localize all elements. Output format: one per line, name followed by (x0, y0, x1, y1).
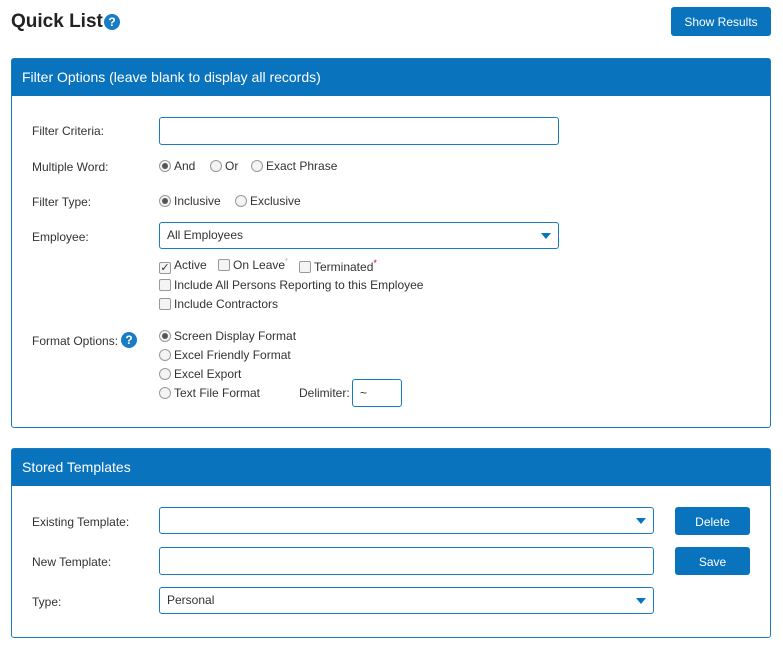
radio-text-file[interactable]: Text File Format (159, 386, 260, 400)
checkbox-include-reporting[interactable]: Include All Persons Reporting to this Em… (159, 278, 423, 292)
new-template-label: New Template: (32, 555, 112, 569)
format-help-icon[interactable]: ? (121, 332, 137, 348)
radio-excel-export[interactable]: Excel Export (159, 367, 241, 381)
filter-criteria-label: Filter Criteria: (32, 124, 105, 138)
radio-and-label: And (174, 159, 196, 173)
radio-exclusive-label: Exclusive (250, 194, 301, 208)
checkbox-include-reporting-box[interactable] (159, 279, 171, 291)
checkbox-active-box[interactable]: ✓ (159, 262, 171, 274)
filter-type-label: Filter Type: (32, 195, 92, 209)
checkbox-include-contractors[interactable]: Include Contractors (159, 297, 278, 311)
radio-excel-friendly-indicator[interactable] (159, 349, 171, 361)
radio-text-file-label: Text File Format (174, 386, 261, 400)
on-leave-marker: * (285, 258, 288, 265)
radio-or-indicator[interactable] (210, 160, 222, 172)
radio-screen-display[interactable]: Screen Display Format (159, 329, 296, 343)
checkbox-include-contractors-box[interactable] (159, 298, 171, 310)
chevron-down-icon (636, 598, 646, 604)
radio-inclusive-label: Inclusive (174, 194, 221, 208)
checkbox-terminated-box[interactable] (299, 261, 311, 273)
checkbox-on-leave-box[interactable] (218, 259, 230, 271)
radio-text-file-indicator[interactable] (159, 387, 171, 399)
radio-exact-phrase-label: Exact Phrase (266, 159, 338, 173)
delete-button[interactable]: Delete (675, 507, 750, 535)
filter-options-header: Filter Options (leave blank to display a… (12, 59, 770, 96)
page-title: Quick List (11, 11, 103, 32)
checkbox-include-reporting-label: Include All Persons Reporting to this Em… (174, 278, 424, 292)
radio-and[interactable]: And (159, 159, 195, 173)
type-select-value: Personal (167, 593, 215, 607)
checkbox-terminated-label: Terminated (314, 260, 374, 274)
terminated-required-marker: * (373, 258, 377, 268)
checkbox-include-contractors-label: Include Contractors (174, 297, 279, 311)
type-label: Type: (32, 595, 62, 609)
format-options-label: Format Options: (32, 334, 119, 348)
radio-screen-display-indicator[interactable] (159, 330, 171, 342)
radio-inclusive-indicator[interactable] (159, 195, 171, 207)
employee-select-value: All Employees (167, 228, 244, 242)
employee-label: Employee: (32, 230, 89, 244)
radio-exact-phrase-indicator[interactable] (251, 160, 263, 172)
radio-or[interactable]: Or (210, 159, 238, 173)
delimiter-label: Delimiter: (299, 386, 350, 400)
radio-exclusive-indicator[interactable] (235, 195, 247, 207)
radio-excel-friendly[interactable]: Excel Friendly Format (159, 348, 291, 362)
stored-templates-header: Stored Templates (12, 449, 770, 486)
employee-select[interactable]: All Employees (159, 222, 559, 249)
existing-template-select[interactable] (159, 507, 654, 534)
type-select[interactable]: Personal (159, 587, 654, 614)
radio-excel-friendly-label: Excel Friendly Format (174, 348, 291, 362)
multiple-word-label: Multiple Word: (32, 160, 109, 174)
show-results-button[interactable]: Show Results (671, 7, 771, 36)
checkbox-on-leave-label: On Leave (233, 258, 286, 272)
filter-criteria-input[interactable] (159, 117, 559, 145)
radio-inclusive[interactable]: Inclusive (159, 194, 221, 208)
save-button[interactable]: Save (675, 547, 750, 575)
chevron-down-icon (541, 233, 551, 239)
radio-and-indicator[interactable] (159, 160, 171, 172)
radio-exclusive[interactable]: Exclusive (235, 194, 301, 208)
radio-exact-phrase[interactable]: Exact Phrase (251, 159, 337, 173)
checkbox-on-leave[interactable]: On Leave* (218, 258, 288, 272)
help-icon[interactable]: ? (104, 14, 120, 30)
checkbox-active[interactable]: ✓ Active (159, 258, 207, 274)
chevron-down-icon (636, 518, 646, 524)
new-template-input[interactable] (159, 547, 654, 575)
checkbox-active-label: Active (174, 258, 207, 272)
existing-template-label: Existing Template: (32, 515, 130, 529)
checkbox-terminated[interactable]: Terminated* (299, 258, 377, 274)
radio-or-label: Or (225, 159, 239, 173)
radio-screen-display-label: Screen Display Format (174, 329, 297, 343)
radio-excel-export-indicator[interactable] (159, 368, 171, 380)
delimiter-input[interactable] (352, 379, 402, 407)
radio-excel-export-label: Excel Export (174, 367, 242, 381)
